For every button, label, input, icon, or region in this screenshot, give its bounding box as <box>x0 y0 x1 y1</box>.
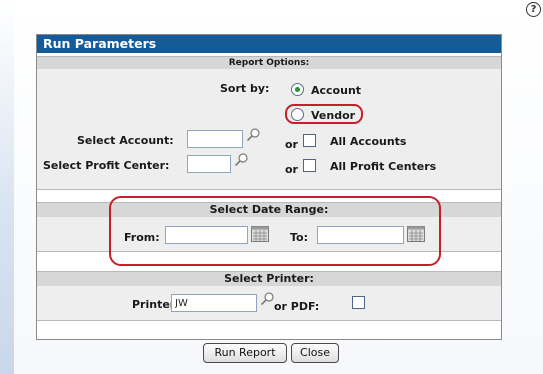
all-profit-centers-label: All Profit Centers <box>330 160 437 173</box>
background-strip <box>0 0 14 374</box>
or-label-account: or <box>285 138 298 151</box>
all-profit-centers-checkbox[interactable] <box>303 159 316 172</box>
run-report-button[interactable]: Run Report <box>203 343 287 363</box>
profit-center-lookup-icon[interactable] <box>233 152 249 168</box>
select-profit-center-label: Select Profit Center: <box>43 159 170 172</box>
radio-selected-dot <box>295 87 300 92</box>
select-profit-center-input[interactable] <box>187 155 231 173</box>
report-options-header: Report Options: <box>37 57 501 69</box>
sort-account-label: Account <box>311 84 362 97</box>
all-accounts-checkbox[interactable] <box>303 134 316 147</box>
close-button[interactable]: Close <box>291 343 339 363</box>
printer-lookup-icon[interactable] <box>259 291 275 307</box>
all-accounts-label: All Accounts <box>330 135 407 148</box>
run-parameters-panel: Run Parameters Report Options: Sort by: … <box>36 34 502 340</box>
printer-section: Select Printer: Printer: or PDF: <box>37 271 501 321</box>
or-pdf-label: or PDF: <box>274 300 320 313</box>
sort-by-label: Sort by: <box>220 82 270 95</box>
report-options-section: Report Options: Sort by: Account Vendor … <box>37 56 501 190</box>
printer-header: Select Printer: <box>37 272 501 286</box>
help-icon[interactable]: ? <box>526 2 541 17</box>
sort-account-radio[interactable] <box>291 83 304 96</box>
date-range-highlight <box>109 196 441 266</box>
select-account-label: Select Account: <box>77 134 174 147</box>
account-lookup-icon[interactable] <box>245 127 261 143</box>
panel-title: Run Parameters <box>37 35 501 53</box>
printer-input[interactable] <box>171 294 257 312</box>
or-label-profit-center: or <box>285 163 298 176</box>
select-account-input[interactable] <box>187 130 243 148</box>
vendor-highlight <box>285 104 363 124</box>
pdf-checkbox[interactable] <box>352 296 365 309</box>
